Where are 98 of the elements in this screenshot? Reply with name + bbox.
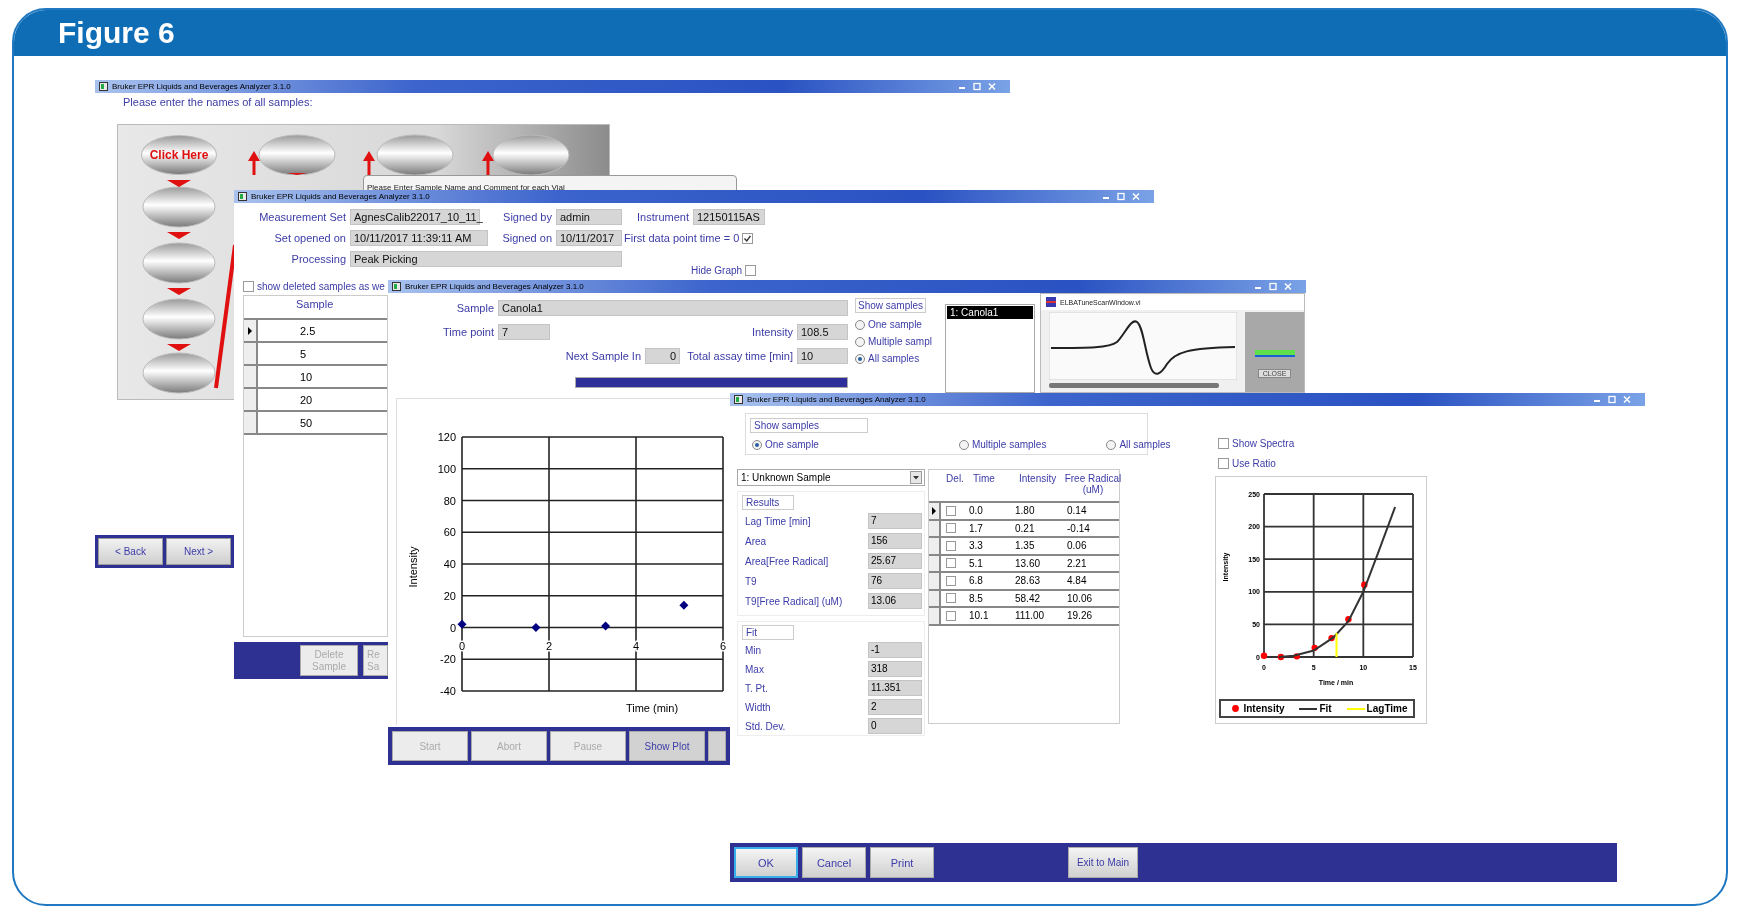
radio-label: Multiple samples [971, 439, 1047, 450]
value-field: -1 [868, 642, 922, 659]
table-cell-text: 8.5 [968, 592, 984, 604]
field-label: T9 [745, 575, 757, 587]
group-legend: Results [742, 495, 794, 510]
window-title: Bruker EPR Liquids and Beverages Analyzer 3.1.0 [747, 395, 926, 404]
tick-label: 20 [443, 589, 456, 602]
group-legend: Show samples [855, 298, 927, 313]
value-field: 2 [868, 699, 922, 716]
table-cell-text: 6.8 [968, 575, 984, 587]
field-label: Next Sample In [565, 350, 641, 362]
field-label: T9[Free Radical] (uM) [745, 595, 843, 607]
tick-label: 120 [437, 431, 456, 443]
checkbox-label: First data point time = 0 [624, 232, 740, 244]
legend-label: Intensity [1243, 703, 1285, 714]
table-cell-text: 111.00 [1014, 610, 1046, 622]
tick-label: 100 [437, 462, 456, 475]
tick-label: -20 [440, 653, 456, 666]
radio-label: One sample [868, 319, 922, 330]
radio-label: Multiple sampl [868, 336, 932, 347]
legend-label: Fit [1319, 703, 1332, 714]
legend-label: LagTime [1366, 703, 1408, 714]
table-cell-text: 1.7 [968, 522, 984, 534]
table-cell-text: 0.0 [968, 505, 984, 517]
checkbox-label: show deleted samples as we [257, 281, 385, 292]
axis-title: Intensity [407, 546, 419, 588]
table-cell: 2.5 [300, 324, 316, 337]
table-cell-text: 13.60 [1014, 557, 1042, 569]
figure-title: Figure 6 [58, 16, 175, 50]
value-field: 7 [868, 513, 922, 529]
window-title: Bruker EPR Liquids and Beverages Analyzer 3.1.0 [251, 192, 430, 201]
field-label: Area[Free Radical] [745, 555, 829, 567]
field-label: Std. Dev. [745, 720, 786, 732]
table-cell-text: 0.21 [1014, 522, 1036, 534]
table-cell-text: -0.14 [1066, 522, 1091, 534]
field-label: Signed on [502, 232, 552, 244]
field-label: Processing [291, 253, 346, 265]
table-cell-text: 2.21 [1066, 557, 1088, 569]
value-field: 156 [868, 533, 922, 549]
value-field: 76 [868, 573, 922, 589]
table-cell-text: 3.3 [968, 540, 984, 552]
tick-label: 0 [449, 621, 456, 634]
table-cell-text: 19.26 [1066, 610, 1094, 622]
radio-label: One sample [765, 439, 819, 450]
checkbox-label: Hide Graph [691, 265, 743, 276]
field-label: Instrument [637, 211, 689, 223]
table-cell-text: 28.63 [1014, 575, 1042, 587]
window-title: Bruker EPR Liquids and Beverages Analyzer 3.1.0 [112, 82, 291, 91]
field-label: Min [745, 644, 762, 656]
checkbox-label: Show Spectra [1232, 437, 1295, 449]
table-cell-text: 1.35 [1014, 540, 1036, 552]
field-label: Measurement Set [259, 211, 346, 223]
window-title: Bruker EPR Liquids and Beverages Analyzer 3.1.0 [405, 282, 584, 291]
table-cell-text: 4.84 [1066, 575, 1088, 587]
table-cell: 50 [300, 416, 313, 429]
group-legend: Show samples [750, 418, 868, 433]
field-label: Lag Time [min] [745, 515, 811, 527]
field-label: Intensity [752, 326, 793, 338]
tick-label: -40 [440, 685, 456, 697]
column-header: Sample [296, 298, 334, 312]
table-cell: 10 [300, 370, 313, 383]
group-legend: Fit [742, 625, 794, 640]
table-cell-text: 10.06 [1066, 592, 1094, 604]
table-cell-text: 58.42 [1014, 592, 1042, 604]
table-cell: 5 [300, 347, 307, 360]
checkbox-label: Use Ratio [1232, 457, 1276, 469]
dialog-title: Please Enter Sample Name and Comment for each Vial [367, 183, 565, 192]
tick-label: 40 [443, 558, 456, 570]
table-cell-text: 0.14 [1066, 505, 1088, 517]
tick-label: 60 [443, 526, 456, 539]
field-label: Total assay time [min] [687, 350, 793, 362]
column-header: Del. [945, 473, 965, 484]
field-label: Time point [443, 326, 494, 338]
value-field: 318 [868, 661, 922, 678]
value-field: 25.67 [868, 553, 922, 569]
field-label: Set opened on [274, 232, 346, 244]
field-label: Signed by [503, 211, 552, 223]
field-label: T. Pt. [745, 682, 768, 694]
column-header: Free Radical (uM) [1063, 473, 1123, 495]
tick-label: 80 [443, 494, 456, 507]
value-field: 11.351 [868, 680, 922, 697]
field-label: Max [745, 663, 764, 675]
radio-label: All samples [868, 353, 920, 364]
field-label: Area [745, 535, 767, 547]
field-label: Width [745, 701, 771, 713]
table-cell-text: 10.1 [968, 610, 990, 622]
table-cell-text: 0.06 [1066, 540, 1088, 552]
table-cell-text: 1.80 [1014, 505, 1036, 517]
table-cell-text: 5.1 [968, 557, 984, 569]
instruction-text: Please enter the names of all samples: [123, 96, 314, 110]
radio-label: All samples [1119, 439, 1171, 450]
value-field: 13.06 [868, 593, 922, 609]
field-label: Sample [456, 302, 494, 314]
table-cell: 20 [300, 393, 313, 406]
column-header: Time [972, 473, 996, 484]
column-header: Intensity [1018, 473, 1058, 484]
axis-title: Time (min) [625, 702, 679, 714]
value-field: 0 [868, 718, 922, 735]
